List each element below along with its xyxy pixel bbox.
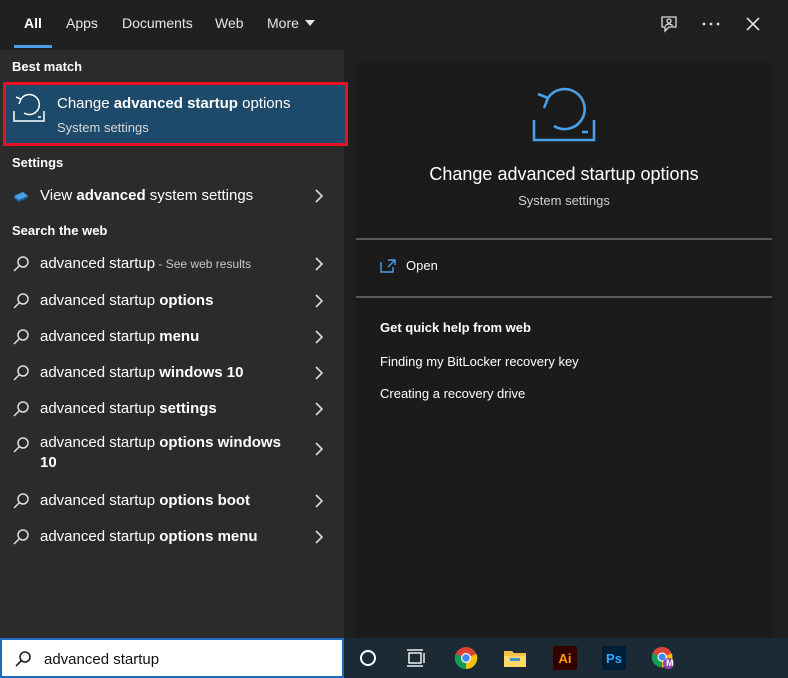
tab-documents[interactable]: Documents [122, 0, 193, 48]
recovery-large-icon [532, 87, 596, 142]
tab-more[interactable]: More [267, 0, 315, 46]
cortana-button[interactable] [356, 646, 380, 670]
tab-web[interactable]: Web [215, 0, 244, 48]
task-view-icon [407, 649, 425, 667]
results-pane: Best match Change advanced startup optio… [0, 50, 348, 638]
file-explorer-icon [504, 651, 526, 667]
quick-help-heading: Get quick help from web [380, 320, 531, 335]
web-result-item[interactable]: advanced startup - See web results [0, 246, 344, 282]
photoshop-button[interactable]: Ps [602, 646, 626, 670]
chrome-button[interactable] [454, 646, 478, 670]
more-options-button[interactable] [697, 10, 725, 38]
tab-apps[interactable]: Apps [66, 0, 98, 48]
search-icon [13, 365, 29, 381]
web-result-item[interactable]: advanced startup options boot [0, 483, 344, 519]
feedback-button[interactable] [655, 10, 683, 38]
web-result-label: advanced startup - See web results [40, 255, 252, 272]
search-icon [13, 256, 29, 272]
search-icon [13, 493, 29, 509]
web-result-item[interactable]: advanced startup windows 10 [0, 355, 344, 391]
help-link-recovery-drive[interactable]: Creating a recovery drive [380, 386, 525, 401]
ellipsis-icon [702, 22, 720, 26]
search-web-heading: Search the web [12, 223, 108, 238]
web-result-label: advanced startup windows 10 [40, 364, 244, 381]
tab-apps-label: Apps [66, 15, 98, 31]
chevron-right-icon [315, 330, 324, 344]
close-button[interactable] [739, 10, 767, 38]
task-view-button[interactable] [404, 646, 428, 670]
open-icon [380, 258, 396, 273]
profile-badge-letter: M [666, 658, 674, 668]
caret-down-icon [304, 20, 315, 26]
best-match-heading: Best match [12, 59, 83, 74]
open-action[interactable]: Open [380, 258, 438, 273]
chrome-profile-button[interactable]: M [651, 646, 675, 670]
best-match-subtitle: System settings [57, 120, 149, 135]
web-result-label: advanced startup options boot [40, 492, 251, 509]
web-result-label: advanced startup menu [40, 328, 200, 345]
search-icon [13, 293, 29, 309]
tab-web-label: Web [215, 15, 244, 31]
chevron-right-icon [315, 257, 324, 271]
preview-subtitle: System settings [518, 193, 610, 208]
close-icon [746, 17, 760, 31]
web-result-item[interactable]: advanced startup options [0, 283, 344, 319]
tab-documents-label: Documents [122, 15, 193, 31]
best-match-title: Change advanced startup options [57, 95, 291, 112]
recovery-icon [13, 93, 45, 122]
search-input[interactable] [44, 649, 324, 669]
chevron-right-icon [315, 366, 324, 380]
web-result-label: advanced startup settings [40, 400, 217, 417]
tab-all[interactable]: All [14, 0, 52, 48]
divider [356, 238, 772, 240]
illustrator-icon: Ai [558, 650, 572, 666]
web-result-label: advanced startup options [40, 292, 214, 309]
tab-more-label: More [267, 15, 299, 31]
web-result-label: advanced startup options menu [40, 528, 258, 545]
preview-pane: Change advanced startup options System s… [356, 62, 772, 638]
settings-heading: Settings [12, 155, 64, 170]
open-label: Open [406, 258, 438, 273]
settings-item-label: View advanced system settings [40, 187, 254, 204]
preview-title: Change advanced startup options [429, 164, 699, 184]
best-match-item[interactable]: Change advanced startup options System s… [3, 82, 348, 146]
filter-tabs-bar: All Apps Documents Web More [0, 0, 788, 50]
divider [356, 296, 772, 298]
help-link-bitlocker[interactable]: Finding my BitLocker recovery key [380, 354, 579, 369]
settings-item-view-advanced-system-settings[interactable]: View advanced system settings [0, 178, 344, 214]
chevron-right-icon [315, 402, 324, 416]
feedback-icon [661, 16, 677, 33]
settings-monitor-icon [14, 192, 28, 202]
search-icon [13, 529, 29, 545]
taskbar: Ai Ps M [0, 638, 788, 678]
web-result-item[interactable]: advanced startup options menu [0, 519, 344, 555]
photoshop-icon: Ps [606, 650, 622, 666]
search-icon [13, 329, 29, 345]
search-icon [13, 401, 29, 417]
web-result-item[interactable]: advanced startup settings [0, 391, 344, 427]
cortana-icon [360, 650, 376, 666]
chevron-right-icon [315, 189, 324, 203]
chevron-right-icon [315, 530, 324, 544]
search-box[interactable] [0, 638, 344, 678]
web-result-item[interactable]: advanced startup options windows 10 [0, 427, 344, 475]
search-icon [15, 651, 31, 667]
chevron-right-icon [315, 442, 324, 456]
web-result-label: advanced startup options windows 10 [40, 434, 281, 471]
search-icon [13, 437, 29, 453]
chevron-right-icon [315, 294, 324, 308]
file-explorer-button[interactable] [503, 646, 527, 670]
chrome-icon [454, 647, 478, 670]
web-result-item[interactable]: advanced startup menu [0, 319, 344, 355]
chevron-right-icon [315, 494, 324, 508]
illustrator-button[interactable]: Ai [553, 646, 577, 670]
tab-all-label: All [24, 15, 42, 31]
